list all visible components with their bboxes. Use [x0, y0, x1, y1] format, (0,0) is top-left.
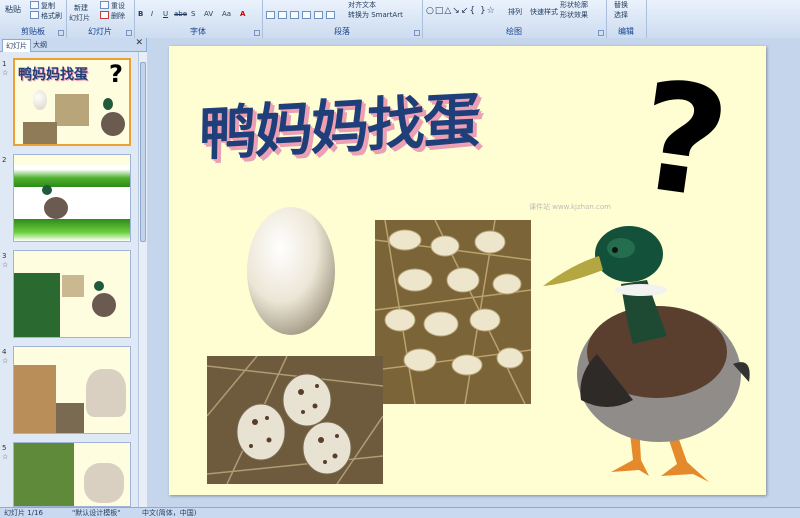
- clipboard-group: 粘贴 复制 格式刷 剪贴板: [0, 0, 67, 38]
- drawing-launcher[interactable]: [598, 30, 604, 36]
- slide-title[interactable]: 鸭妈妈找蛋: [198, 73, 480, 172]
- shadow-button[interactable]: S: [191, 10, 195, 18]
- slides-group: 新建 幻灯片 重设 删除 幻灯片: [66, 0, 135, 38]
- question-mark[interactable]: ?: [627, 49, 737, 233]
- smartart-button[interactable]: 转换为 SmartArt: [348, 10, 403, 20]
- thumb-hen-photo: [14, 365, 56, 433]
- thumb-snake-photo: [14, 273, 60, 337]
- thumb-number: 3: [2, 252, 7, 260]
- panel-scroll-thumb[interactable]: [140, 62, 146, 242]
- close-icon[interactable]: ✕: [135, 38, 143, 48]
- shapes-gallery[interactable]: ○□△↘↙{ }☆: [426, 6, 496, 16]
- reset-button[interactable]: 重设: [111, 1, 125, 11]
- arrange-button[interactable]: 排列: [508, 7, 522, 17]
- clipboard-group-title: 剪贴板: [21, 27, 45, 36]
- format-painter-button[interactable]: 格式刷: [41, 11, 62, 21]
- thumbnail-slide-3[interactable]: [13, 250, 131, 338]
- thumb-question-mark: ?: [109, 60, 123, 88]
- font-launcher[interactable]: [254, 30, 260, 36]
- thumb-duck: [97, 98, 127, 144]
- thumb-number: 5: [2, 444, 7, 452]
- editing-group: 替换 选择 编辑: [606, 0, 647, 38]
- copy-icon: [30, 1, 39, 9]
- quail-eggs-photo[interactable]: [207, 356, 383, 484]
- animation-star-icon: ☆: [2, 357, 9, 365]
- egg-image[interactable]: [245, 204, 337, 338]
- thumb-number: 2: [2, 156, 7, 164]
- italic-button[interactable]: I: [151, 10, 153, 18]
- panel-scrollbar[interactable]: [138, 52, 147, 507]
- distributed-icon[interactable]: [314, 11, 323, 19]
- slides-launcher[interactable]: [126, 30, 132, 36]
- reset-icon: [100, 1, 109, 9]
- align-text-button[interactable]: 对齐文本: [348, 0, 376, 10]
- shape-outline-button[interactable]: 形状轮廓: [560, 0, 588, 10]
- status-bar: 幻灯片 1/16 "默认设计模板" 中文(简体，中国): [0, 507, 800, 518]
- animation-star-icon: ☆: [2, 69, 9, 77]
- copy-button[interactable]: 复制: [41, 1, 55, 11]
- paragraph-group: 对齐文本 转换为 SmartArt 段落: [262, 0, 423, 38]
- slide-editor: 鸭妈妈找蛋 ? 课件站 www.kjzhan.com: [147, 38, 800, 507]
- thumbnail-slide-1[interactable]: 鸭妈妈找蛋 ?: [13, 58, 131, 146]
- duck-image[interactable]: [537, 224, 757, 494]
- new-slide-button-label[interactable]: 幻灯片: [69, 13, 90, 23]
- char-spacing-button[interactable]: AV: [204, 10, 213, 18]
- align-left-icon[interactable]: [266, 11, 275, 19]
- new-slide-button[interactable]: 新建: [74, 3, 88, 13]
- nest-eggs-photo[interactable]: [375, 220, 531, 404]
- bold-button[interactable]: B: [138, 10, 143, 18]
- columns-icon[interactable]: [326, 11, 335, 19]
- paragraph-launcher[interactable]: [414, 30, 420, 36]
- thumbnail-slide-5[interactable]: [13, 442, 131, 507]
- thumb-quail-eggs-photo: [23, 122, 57, 144]
- clipboard-launcher[interactable]: [58, 30, 64, 36]
- thumb-egg: [33, 90, 47, 110]
- tab-outline[interactable]: 大纲: [30, 39, 50, 51]
- align-center-icon[interactable]: [278, 11, 287, 19]
- paste-button[interactable]: 粘贴: [5, 4, 21, 15]
- thumb-title: 鸭妈妈找蛋: [18, 67, 88, 83]
- thumb-nest-photo: [55, 94, 89, 126]
- thumb-turtle-photo: [14, 443, 74, 506]
- animation-star-icon: ☆: [2, 453, 9, 461]
- font-group-title: 字体: [190, 27, 206, 36]
- paragraph-group-title: 段落: [334, 27, 350, 36]
- shape-effects-button[interactable]: 形状效果: [560, 10, 588, 20]
- format-painter-icon: [30, 11, 39, 19]
- select-button[interactable]: 选择: [614, 10, 628, 20]
- font-group: B I U abe S AV Aa A 字体: [134, 0, 263, 38]
- quick-styles-button[interactable]: 快速样式: [530, 7, 558, 17]
- slides-panel: 幻灯片 大纲 ✕ 1 ☆ 鸭妈妈找蛋 ? 2 3 ☆ 4 ☆ 5 ☆: [0, 38, 147, 507]
- delete-button[interactable]: 删除: [111, 11, 125, 21]
- tab-slides[interactable]: 幻灯片: [2, 39, 31, 52]
- underline-button[interactable]: U: [163, 10, 168, 18]
- change-case-button[interactable]: Aa: [222, 10, 231, 18]
- editing-group-title: 编辑: [618, 27, 634, 36]
- delete-icon: [100, 11, 109, 19]
- justify-icon[interactable]: [302, 11, 311, 19]
- thumb-number: 4: [2, 348, 7, 356]
- ribbon: 粘贴 复制 格式刷 剪贴板 新建 幻灯片 重设 删除 幻灯片 B I U abe…: [0, 0, 800, 39]
- animation-star-icon: ☆: [2, 261, 9, 269]
- slide-canvas[interactable]: 鸭妈妈找蛋 ? 课件站 www.kjzhan.com: [169, 46, 766, 495]
- thumbnail-slide-2[interactable]: [13, 154, 131, 242]
- align-right-icon[interactable]: [290, 11, 299, 19]
- font-color-button[interactable]: A: [240, 10, 245, 18]
- thumbnail-slide-4[interactable]: [13, 346, 131, 434]
- watermark-text: 课件站 www.kjzhan.com: [529, 203, 611, 211]
- drawing-group-title: 绘图: [506, 27, 522, 36]
- panel-tabs: 幻灯片 大纲 ✕: [0, 38, 146, 52]
- strikethrough-button[interactable]: abe: [174, 10, 187, 18]
- drawing-group: ○□△↘↙{ }☆ 排列 快速样式 形状轮廓 形状效果 绘图: [422, 0, 607, 38]
- slides-group-title: 幻灯片: [88, 27, 112, 36]
- replace-button[interactable]: 替换: [614, 0, 628, 10]
- thumb-number: 1: [2, 60, 7, 68]
